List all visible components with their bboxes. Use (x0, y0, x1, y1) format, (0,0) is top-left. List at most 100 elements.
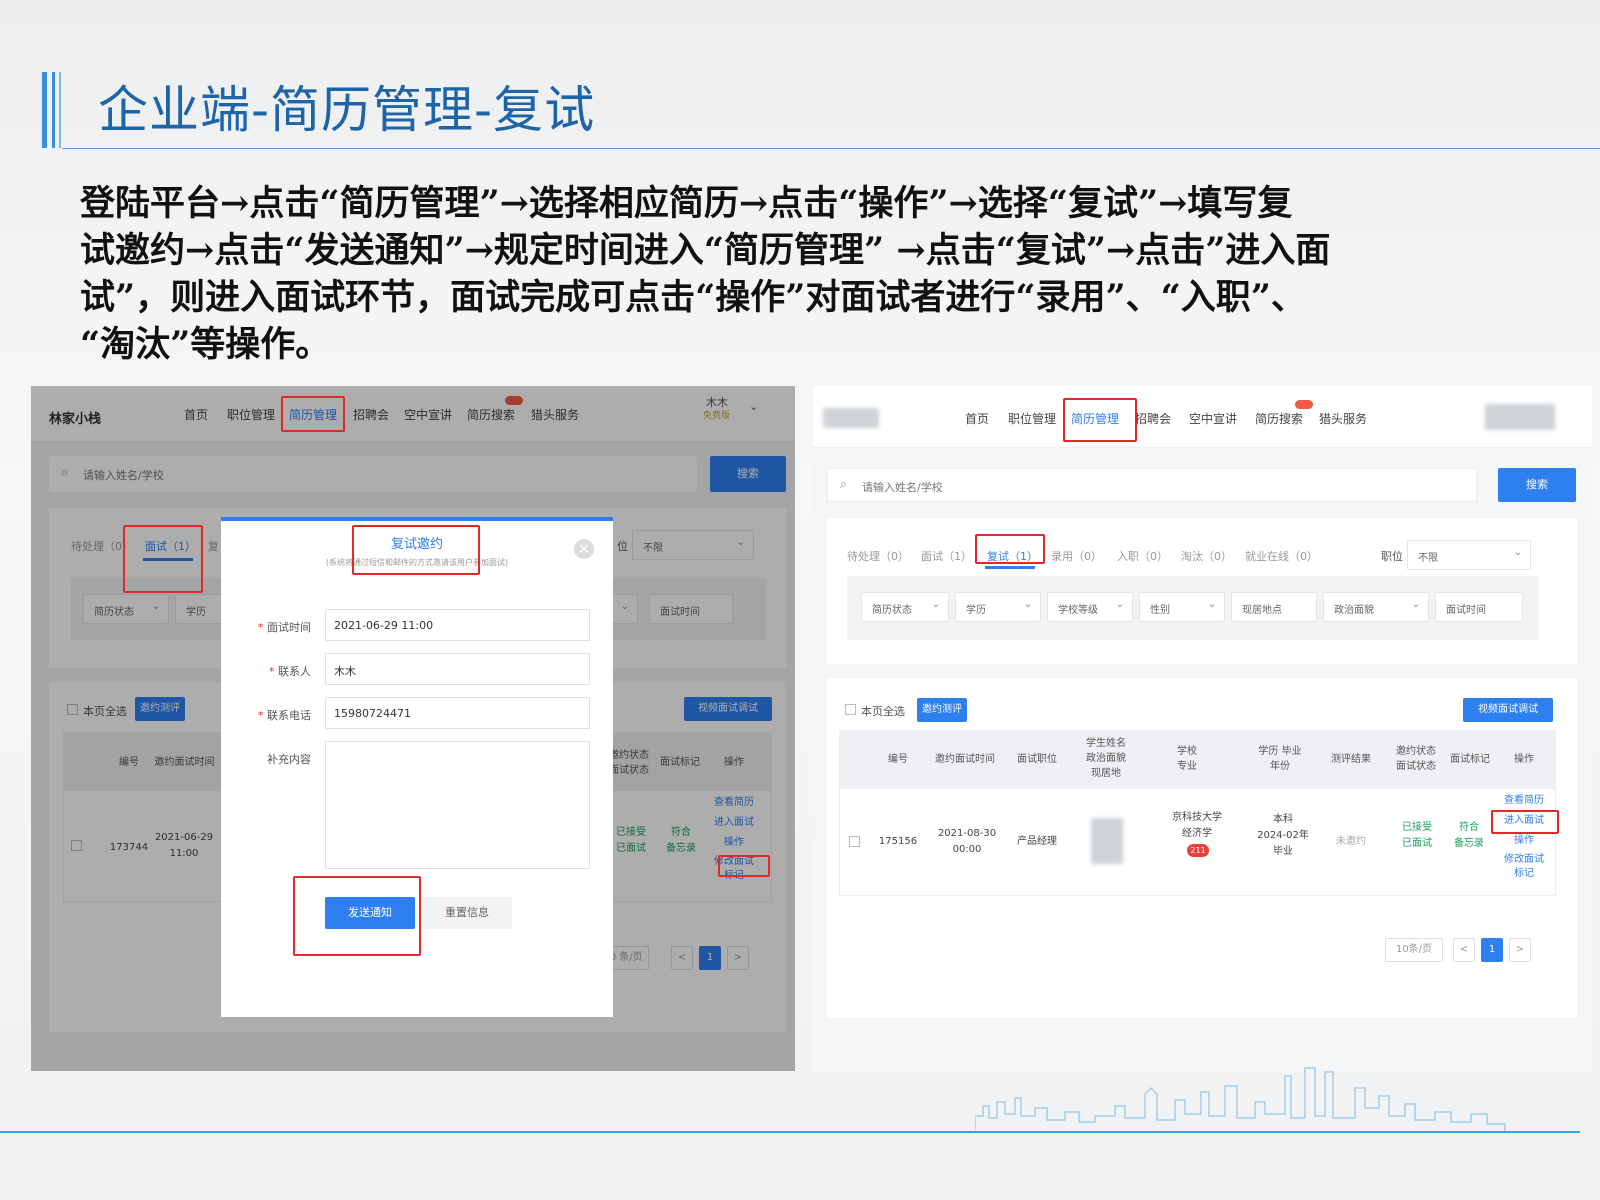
instruction-line: 登陆平台→点击“简历管理”→选择相应简历→点击“操作”→选择“复试”→填写复 (80, 183, 1293, 224)
bottom-divider (0, 1131, 1580, 1133)
city-skyline-decoration (975, 1067, 1506, 1132)
title-divider (62, 148, 1600, 149)
location-select[interactable]: 现居地点 (1231, 592, 1317, 622)
nav-jobs[interactable]: 职位管理 (1008, 410, 1056, 427)
tab-eliminated[interactable]: 淘汰（0） (1181, 548, 1232, 564)
video-interview-test-button[interactable]: 视频面试调试 (1463, 698, 1553, 722)
reset-button[interactable]: 重置信息 (422, 897, 512, 929)
nav-home[interactable]: 首页 (965, 410, 989, 427)
col-position: 面试职位 (1017, 754, 1057, 765)
phone-input[interactable]: 15980724471 (325, 697, 590, 729)
row-id: 175156 (878, 836, 918, 847)
nav-resume-search[interactable]: 简历搜索 (1255, 410, 1303, 427)
chevron-down-icon: ⌄ (1207, 599, 1216, 610)
row-status-accepted: 已接受 (1402, 822, 1432, 833)
filter-card: 待处理（0） 面试（1） 复试（1） 录用（0） 入职（0） 淘汰（0） 就业在… (827, 518, 1577, 664)
row-checkbox[interactable] (849, 836, 860, 847)
next-page-button[interactable]: > (1509, 938, 1531, 962)
resume-status-select[interactable]: 简历状态 ⌄ (861, 592, 949, 622)
col-eval: 测评结果 (1331, 754, 1371, 765)
field-label-extra: 补充内容 (267, 753, 311, 766)
select-all-checkbox[interactable] (845, 704, 856, 715)
chevron-down-icon: ⌄ (1513, 547, 1522, 558)
edit-interview-mark-link[interactable]: 修改面试标记 (1501, 853, 1547, 881)
invite-assessment-button[interactable]: 邀约测评 (917, 698, 967, 722)
search-input[interactable]: ⌕ 请输入姓名/学校 (827, 468, 1477, 502)
row-degree: 本科 (1273, 814, 1293, 825)
political-status-select[interactable]: 政治面貌 ⌄ (1323, 592, 1429, 622)
row-memo[interactable]: 备忘录 (1447, 836, 1491, 852)
select-label: 面试时间 (1446, 605, 1486, 616)
extra-content-textarea[interactable] (325, 741, 590, 869)
select-label: 简历状态 (872, 605, 912, 616)
highlight-send (293, 876, 421, 956)
highlight-operate (718, 855, 770, 877)
col-actions: 操作 (1514, 754, 1534, 765)
highlight-reinterview-tab (975, 534, 1045, 564)
operate-link[interactable]: 操作 (1499, 833, 1549, 849)
blurred-logo (823, 408, 879, 428)
row-major: 经济学 (1182, 828, 1212, 839)
chevron-down-icon: ⌄ (1023, 599, 1032, 610)
nav-headhunter[interactable]: 猎头服务 (1319, 410, 1367, 427)
tab-onboard[interactable]: 入职（0） (1117, 548, 1168, 564)
reinterview-modal: 复试邀约 (系统将通过短信和邮件的方式邀请该用户参加面试) × * 面试时间 2… (221, 517, 613, 1017)
contact-input[interactable]: 木木 (325, 653, 590, 685)
col-degree: 学历 毕业年份 (1258, 746, 1302, 772)
search-button[interactable]: 搜索 (1498, 468, 1576, 502)
field-label-phone: * 联系电话 (258, 709, 311, 722)
interview-time-select[interactable]: 面试时间 (1435, 592, 1523, 622)
field-label-text: 面试时间 (267, 621, 311, 634)
page-1-button[interactable]: 1 (1481, 938, 1503, 962)
slide-title: 企业端-简历管理-复试 (98, 81, 596, 139)
field-label-text: 联系电话 (267, 709, 311, 722)
new-badge (1295, 400, 1313, 409)
select-label: 现居地点 (1242, 605, 1282, 616)
gender-select[interactable]: 性别 ⌄ (1139, 592, 1225, 622)
position-select-value: 不限 (1418, 553, 1438, 564)
col-status: 邀约状态 面试状态 (1396, 746, 1436, 772)
select-label: 学历 (966, 605, 986, 616)
close-icon[interactable]: × (574, 539, 594, 559)
nav-air-talk[interactable]: 空中宣讲 (1189, 410, 1237, 427)
right-screenshot: 首页 职位管理 简历管理 招聘会 空中宣讲 简历搜索 猎头服务 ⌕ 请输入姓名/… (813, 386, 1592, 1071)
chevron-down-icon: ⌄ (931, 599, 940, 610)
field-label-contact: * 联系人 (269, 665, 311, 678)
row-position: 产品经理 (1017, 836, 1057, 847)
highlight-modal-title (352, 525, 480, 575)
position-select[interactable]: 不限 ⌄ (1407, 540, 1531, 570)
blurred-avatar (1091, 818, 1123, 864)
col-school: 学校 专业 (1177, 746, 1197, 772)
nav-job-fair[interactable]: 招聘会 (1135, 410, 1171, 427)
position-filter-label: 职位 (1381, 550, 1403, 563)
chevron-down-icon: ⌄ (1411, 599, 1420, 610)
col-invite-time: 邀约面试时间 (935, 754, 995, 765)
view-resume-link[interactable]: 查看简历 (1499, 793, 1549, 809)
highlight-nav (281, 396, 345, 432)
tab-hired[interactable]: 录用（0） (1051, 548, 1102, 564)
highlight-interview-tab (123, 525, 203, 593)
tab-interview[interactable]: 面试（1） (921, 548, 972, 564)
search-placeholder: 请输入姓名/学校 (862, 481, 943, 494)
tab-pending[interactable]: 待处理（0） (847, 548, 909, 564)
field-label-time: * 面试时间 (258, 621, 311, 634)
school-tag-badge: 211 (1187, 844, 1209, 857)
page-size-select[interactable]: 10条/页 (1385, 938, 1443, 962)
highlight-enter-interview (1491, 810, 1559, 834)
blurred-user[interactable] (1485, 404, 1555, 430)
filter-row: 简历状态 ⌄ 学历 ⌄ 学校等级 ⌄ 性别 ⌄ 现居地点 政治面貌 ⌄ 面试时间 (847, 576, 1539, 640)
tab-employment-online[interactable]: 就业在线（0） (1245, 548, 1318, 564)
row-status-interviewed: 已面试 (1402, 838, 1432, 849)
field-label-text: 联系人 (278, 665, 311, 678)
prev-page-button[interactable]: < (1453, 938, 1475, 962)
select-label: 学校等级 (1058, 605, 1098, 616)
education-select[interactable]: 学历 ⌄ (955, 592, 1041, 622)
row-grad-label: 毕业 (1273, 846, 1293, 857)
col-mark: 面试标记 (1450, 754, 1490, 765)
instruction-line: “淘汰”等操作。 (80, 324, 331, 365)
instruction-text: 登陆平台→点击“简历管理”→选择相应简历→点击“操作”→选择“复试”→填写复 试… (80, 180, 1540, 368)
col-student: 学生姓名 政治面貌 现居地 (1086, 738, 1126, 779)
search-icon: ⌕ (840, 477, 848, 492)
school-level-select[interactable]: 学校等级 ⌄ (1047, 592, 1133, 622)
interview-time-input[interactable]: 2021-06-29 11:00 (325, 609, 590, 641)
